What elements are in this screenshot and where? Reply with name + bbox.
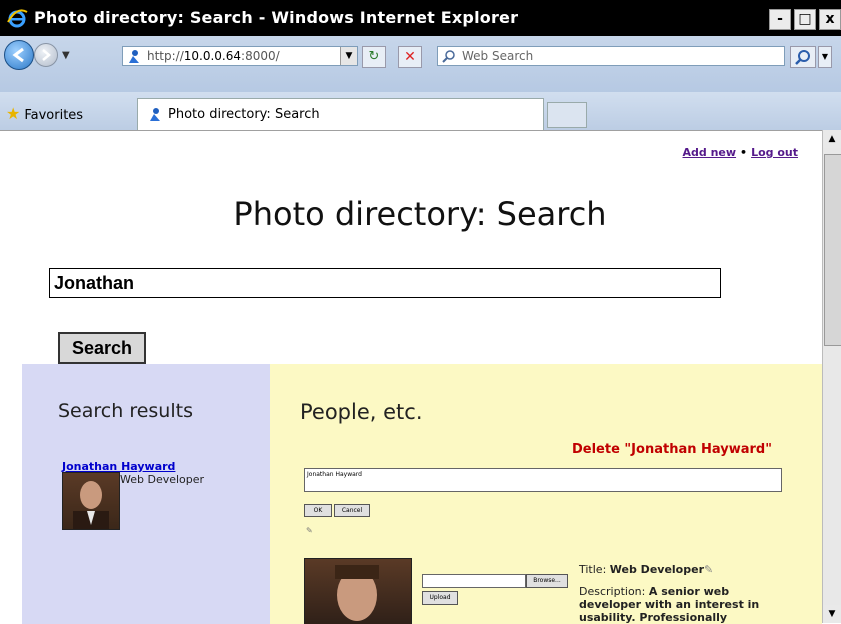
site-favicon-icon — [129, 50, 139, 63]
back-button[interactable] — [4, 40, 34, 70]
log-out-link[interactable]: Log out — [751, 146, 798, 159]
scrollbar-thumb[interactable] — [824, 154, 841, 346]
address-text: http://10.0.0.64:8000/ — [147, 49, 280, 63]
forward-arrow-icon — [42, 49, 51, 61]
new-tab-button[interactable] — [547, 102, 587, 128]
top-links: Add new • Log out — [682, 146, 799, 159]
favorites-button[interactable]: ★ Favorites — [6, 104, 83, 123]
result-job-title: Web Developer — [120, 473, 205, 486]
search-go-button[interactable] — [790, 46, 816, 68]
people-panel: People, etc. Delete "Jonathan Hayward" J… — [270, 364, 822, 624]
delete-person-link[interactable]: Delete "Jonathan Hayward" — [572, 442, 772, 457]
person-title-value[interactable]: Web Developer — [610, 563, 704, 576]
search-results-heading: Search results — [58, 400, 193, 422]
person-description: Description: A senior web developer with… — [579, 585, 775, 624]
magnifier-icon — [795, 50, 810, 65]
result-thumbnail[interactable] — [62, 472, 120, 530]
browse-button[interactable]: Browse... — [526, 574, 568, 588]
forward-button[interactable] — [34, 43, 58, 67]
person-photo-icon — [73, 481, 109, 529]
scroll-down-arrow-icon[interactable]: ▼ — [823, 605, 841, 623]
tabs-bar: ★ Favorites Photo directory: Search — [0, 92, 841, 131]
vertical-scrollbar[interactable]: ▲ ▼ — [822, 130, 841, 623]
address-field[interactable]: http://10.0.0.64:8000/ ▼ — [122, 46, 358, 66]
stop-button[interactable]: ✕ — [398, 46, 422, 68]
web-search-input[interactable]: Web Search — [437, 46, 785, 66]
edit-title-pencil-icon[interactable]: ✎ — [704, 563, 713, 576]
person-name-field[interactable]: Jonathan Hayward — [304, 468, 782, 492]
window-titlebar: Photo directory: Search - Windows Intern… — [0, 0, 841, 36]
address-toolbar: ▼ http://10.0.0.64:8000/ ▼ ↻ ✕ Web Searc… — [0, 36, 841, 92]
page-title: Photo directory: Search — [233, 195, 607, 233]
page-content: Add new • Log out Photo directory: Search … — [0, 130, 822, 624]
search-results-panel: Search results Jonathan Hayward Web Deve… — [22, 364, 270, 624]
address-dropdown-icon[interactable]: ▼ — [340, 47, 357, 65]
site-favicon-icon — [150, 108, 160, 121]
search-icon — [442, 50, 455, 63]
upload-button[interactable]: Upload — [422, 591, 458, 605]
add-new-link[interactable]: Add new — [683, 146, 737, 159]
back-arrow-icon — [12, 47, 24, 63]
ok-button[interactable]: OK — [304, 504, 332, 517]
cancel-button[interactable]: Cancel — [334, 504, 370, 517]
refresh-button[interactable]: ↻ — [362, 46, 386, 68]
edit-pencil-icon[interactable]: ✎ — [306, 526, 313, 535]
search-button[interactable]: Search — [58, 332, 146, 364]
person-photo-icon — [335, 565, 379, 621]
tab-photo-directory[interactable]: Photo directory: Search — [137, 98, 544, 131]
window-controls: - □ x — [769, 9, 841, 30]
person-photo — [304, 558, 412, 624]
window-title: Photo directory: Search - Windows Intern… — [34, 8, 519, 27]
maximize-button[interactable]: □ — [794, 9, 816, 30]
favorites-star-icon: ★ — [6, 104, 21, 123]
search-placeholder: Web Search — [462, 49, 534, 63]
search-query-input[interactable]: Jonathan — [49, 268, 721, 298]
photo-file-input[interactable] — [422, 574, 526, 588]
people-heading: People, etc. — [300, 400, 423, 424]
search-options-dropdown-icon[interactable]: ▼ — [818, 46, 832, 68]
internet-explorer-logo-icon — [7, 9, 28, 28]
scroll-up-arrow-icon[interactable]: ▲ — [823, 130, 841, 148]
history-dropdown-icon[interactable]: ▼ — [62, 50, 70, 61]
close-button[interactable]: x — [819, 9, 841, 30]
person-title-line: Title: Web Developer✎ — [579, 563, 714, 576]
minimize-button[interactable]: - — [769, 9, 791, 30]
